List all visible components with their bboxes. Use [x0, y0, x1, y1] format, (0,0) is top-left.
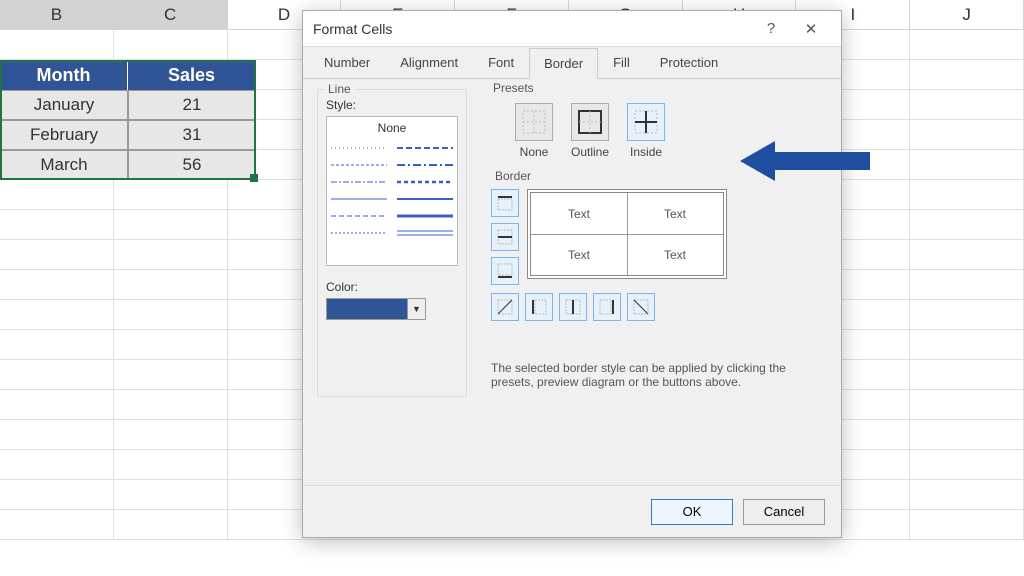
preset-inside-label: Inside — [630, 145, 662, 159]
border-outline-icon — [578, 110, 602, 134]
col-header-B[interactable]: B — [0, 0, 114, 30]
line-group-label: Line — [324, 82, 355, 96]
color-picker[interactable]: ▼ — [326, 298, 426, 320]
line-style-option[interactable] — [331, 141, 387, 155]
preview-cell: Text — [531, 234, 627, 275]
border-mid-h-icon — [496, 228, 514, 246]
data-table: Month Sales January 21 February 31 March… — [0, 60, 256, 180]
preset-none-button[interactable] — [515, 103, 553, 141]
table-cell[interactable]: 31 — [128, 120, 256, 150]
diag-up-icon — [496, 298, 514, 316]
border-inside-icon — [634, 110, 658, 134]
border-middle-v-button[interactable] — [559, 293, 587, 321]
preview-cell: Text — [627, 234, 723, 275]
border-bottom-button[interactable] — [491, 257, 519, 285]
table-header-month[interactable]: Month — [0, 60, 128, 90]
line-style-option[interactable] — [397, 158, 453, 172]
table-cell[interactable]: March — [0, 150, 128, 180]
border-right-icon — [598, 298, 616, 316]
line-style-option[interactable] — [397, 175, 453, 189]
presets-label: Presets — [489, 81, 538, 95]
preview-cell: Text — [627, 193, 723, 234]
dialog-title: Format Cells — [313, 21, 751, 37]
diag-down-icon — [632, 298, 650, 316]
ok-button[interactable]: OK — [651, 499, 733, 525]
line-style-option[interactable] — [397, 226, 453, 240]
border-middle-h-button[interactable] — [491, 223, 519, 251]
tab-fill[interactable]: Fill — [598, 47, 645, 78]
preset-outline-button[interactable] — [571, 103, 609, 141]
line-group: Line Style: None — [317, 89, 467, 397]
line-style-option[interactable] — [397, 192, 453, 206]
help-button[interactable]: ? — [751, 20, 791, 37]
style-label: Style: — [326, 98, 458, 112]
cancel-button[interactable]: Cancel — [743, 499, 825, 525]
preset-none-label: None — [520, 145, 549, 159]
line-style-option[interactable] — [397, 141, 453, 155]
border-group-label: Border — [491, 169, 535, 183]
dialog-tabs: Number Alignment Font Border Fill Protec… — [303, 47, 841, 79]
line-style-option[interactable] — [397, 209, 453, 223]
border-bottom-icon — [496, 262, 514, 280]
border-mid-v-icon — [564, 298, 582, 316]
presets-and-border: Presets None Outline — [483, 89, 827, 397]
hint-text: The selected border style can be applied… — [491, 361, 819, 389]
border-top-icon — [496, 194, 514, 212]
line-style-list[interactable]: None — [326, 116, 458, 266]
dialog-titlebar[interactable]: Format Cells ? ✕ — [303, 11, 841, 47]
dialog-footer: OK Cancel — [303, 485, 841, 537]
close-button[interactable]: ✕ — [791, 20, 831, 38]
border-preview[interactable]: Text Text Text Text — [527, 189, 727, 279]
border-none-icon — [522, 110, 546, 134]
line-style-none[interactable]: None — [331, 121, 453, 135]
border-diag-up-button[interactable] — [491, 293, 519, 321]
tab-number[interactable]: Number — [309, 47, 385, 78]
border-left-button[interactable] — [525, 293, 553, 321]
line-style-option[interactable] — [331, 226, 387, 240]
border-diag-down-button[interactable] — [627, 293, 655, 321]
table-cell[interactable]: January — [0, 90, 128, 120]
border-right-button[interactable] — [593, 293, 621, 321]
table-cell[interactable]: 21 — [128, 90, 256, 120]
preview-cell: Text — [531, 193, 627, 234]
tab-font[interactable]: Font — [473, 47, 529, 78]
table-header-sales[interactable]: Sales — [128, 60, 256, 90]
color-label: Color: — [326, 280, 458, 294]
tab-protection[interactable]: Protection — [645, 47, 734, 78]
table-cell[interactable]: 56 — [128, 150, 256, 180]
border-top-button[interactable] — [491, 189, 519, 217]
format-cells-dialog: Format Cells ? ✕ Number Alignment Font B… — [302, 10, 842, 538]
color-preview — [327, 299, 407, 319]
dialog-body: Line Style: None — [303, 79, 841, 485]
preset-inside-button[interactable] — [627, 103, 665, 141]
chevron-down-icon[interactable]: ▼ — [407, 299, 425, 319]
table-cell[interactable]: February — [0, 120, 128, 150]
line-style-option[interactable] — [331, 158, 387, 172]
tab-alignment[interactable]: Alignment — [385, 47, 473, 78]
line-style-option[interactable] — [331, 175, 387, 189]
col-header-J[interactable]: J — [910, 0, 1024, 30]
col-header-C[interactable]: C — [114, 0, 228, 30]
border-left-icon — [530, 298, 548, 316]
preset-outline-label: Outline — [571, 145, 609, 159]
tab-border[interactable]: Border — [529, 48, 598, 79]
line-style-option[interactable] — [331, 209, 387, 223]
line-style-option[interactable] — [331, 192, 387, 206]
